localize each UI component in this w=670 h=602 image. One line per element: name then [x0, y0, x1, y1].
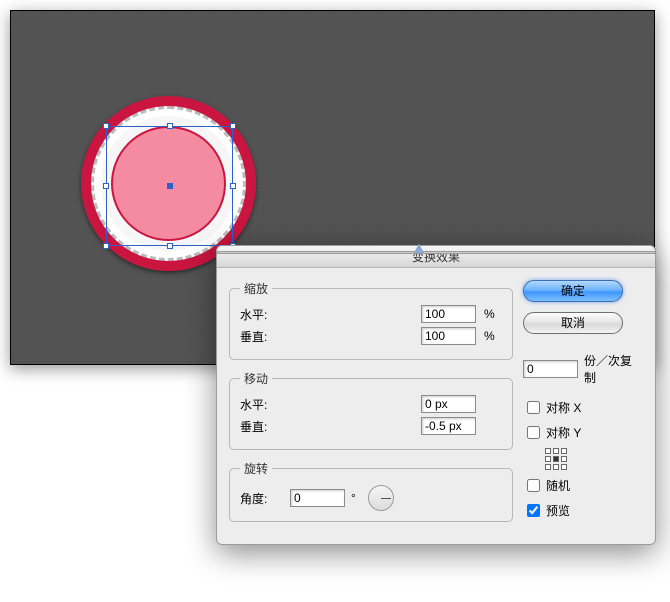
random-label: 随机 [546, 477, 570, 494]
random-row[interactable]: 随机 [523, 476, 643, 495]
selection-handle[interactable] [103, 243, 109, 249]
selection-handle[interactable] [167, 123, 173, 129]
scale-group: 缩放 水平: % 垂直: % [229, 280, 513, 360]
reflect-y-checkbox[interactable] [527, 426, 540, 439]
selection-center[interactable] [167, 183, 173, 189]
scale-v-unit: % [484, 329, 502, 343]
scale-h-unit: % [484, 307, 502, 321]
reflect-y-label: 对称 Y [546, 424, 581, 441]
cancel-button[interactable]: 取消 [523, 312, 623, 334]
move-legend: 移动 [240, 370, 272, 387]
reflect-x-row[interactable]: 对称 X [523, 398, 643, 417]
ok-button[interactable]: 确定 [523, 280, 623, 302]
preview-row[interactable]: 预览 [523, 501, 643, 520]
scale-h-input[interactable] [421, 305, 476, 323]
dialog-title: 变换效果 [217, 246, 655, 268]
preview-checkbox[interactable] [527, 504, 540, 517]
reflect-x-label: 对称 X [546, 399, 581, 416]
move-h-label: 水平: [240, 396, 290, 413]
move-h-input[interactable] [421, 395, 476, 413]
scale-v-label: 垂直: [240, 328, 290, 345]
selection-handle[interactable] [230, 183, 236, 189]
selection-handle[interactable] [103, 183, 109, 189]
reference-point-picker[interactable] [545, 448, 567, 470]
selection-handle[interactable] [230, 123, 236, 129]
move-group: 移动 水平: 垂直: [229, 370, 513, 450]
reflect-x-checkbox[interactable] [527, 401, 540, 414]
preview-label: 预览 [546, 502, 570, 519]
move-v-input[interactable] [421, 417, 476, 435]
rotate-group: 旋转 角度: ° [229, 460, 513, 522]
degree-symbol: ° [351, 491, 356, 505]
scale-legend: 缩放 [240, 280, 272, 297]
scale-h-label: 水平: [240, 306, 290, 323]
transform-effect-dialog: 变换效果 缩放 水平: % 垂直: % [216, 245, 656, 545]
angle-dial[interactable] [368, 485, 394, 511]
selection-handle[interactable] [103, 123, 109, 129]
reflect-y-row[interactable]: 对称 Y [523, 423, 643, 442]
angle-label: 角度: [240, 490, 290, 507]
random-checkbox[interactable] [527, 479, 540, 492]
scale-v-input[interactable] [421, 327, 476, 345]
copies-input[interactable] [523, 360, 578, 378]
selection-box[interactable] [106, 126, 233, 246]
rotate-legend: 旋转 [240, 460, 272, 477]
angle-input[interactable] [290, 489, 345, 507]
selection-handle[interactable] [167, 243, 173, 249]
copies-label: 份／次复制 [584, 352, 643, 386]
move-v-label: 垂直: [240, 418, 290, 435]
